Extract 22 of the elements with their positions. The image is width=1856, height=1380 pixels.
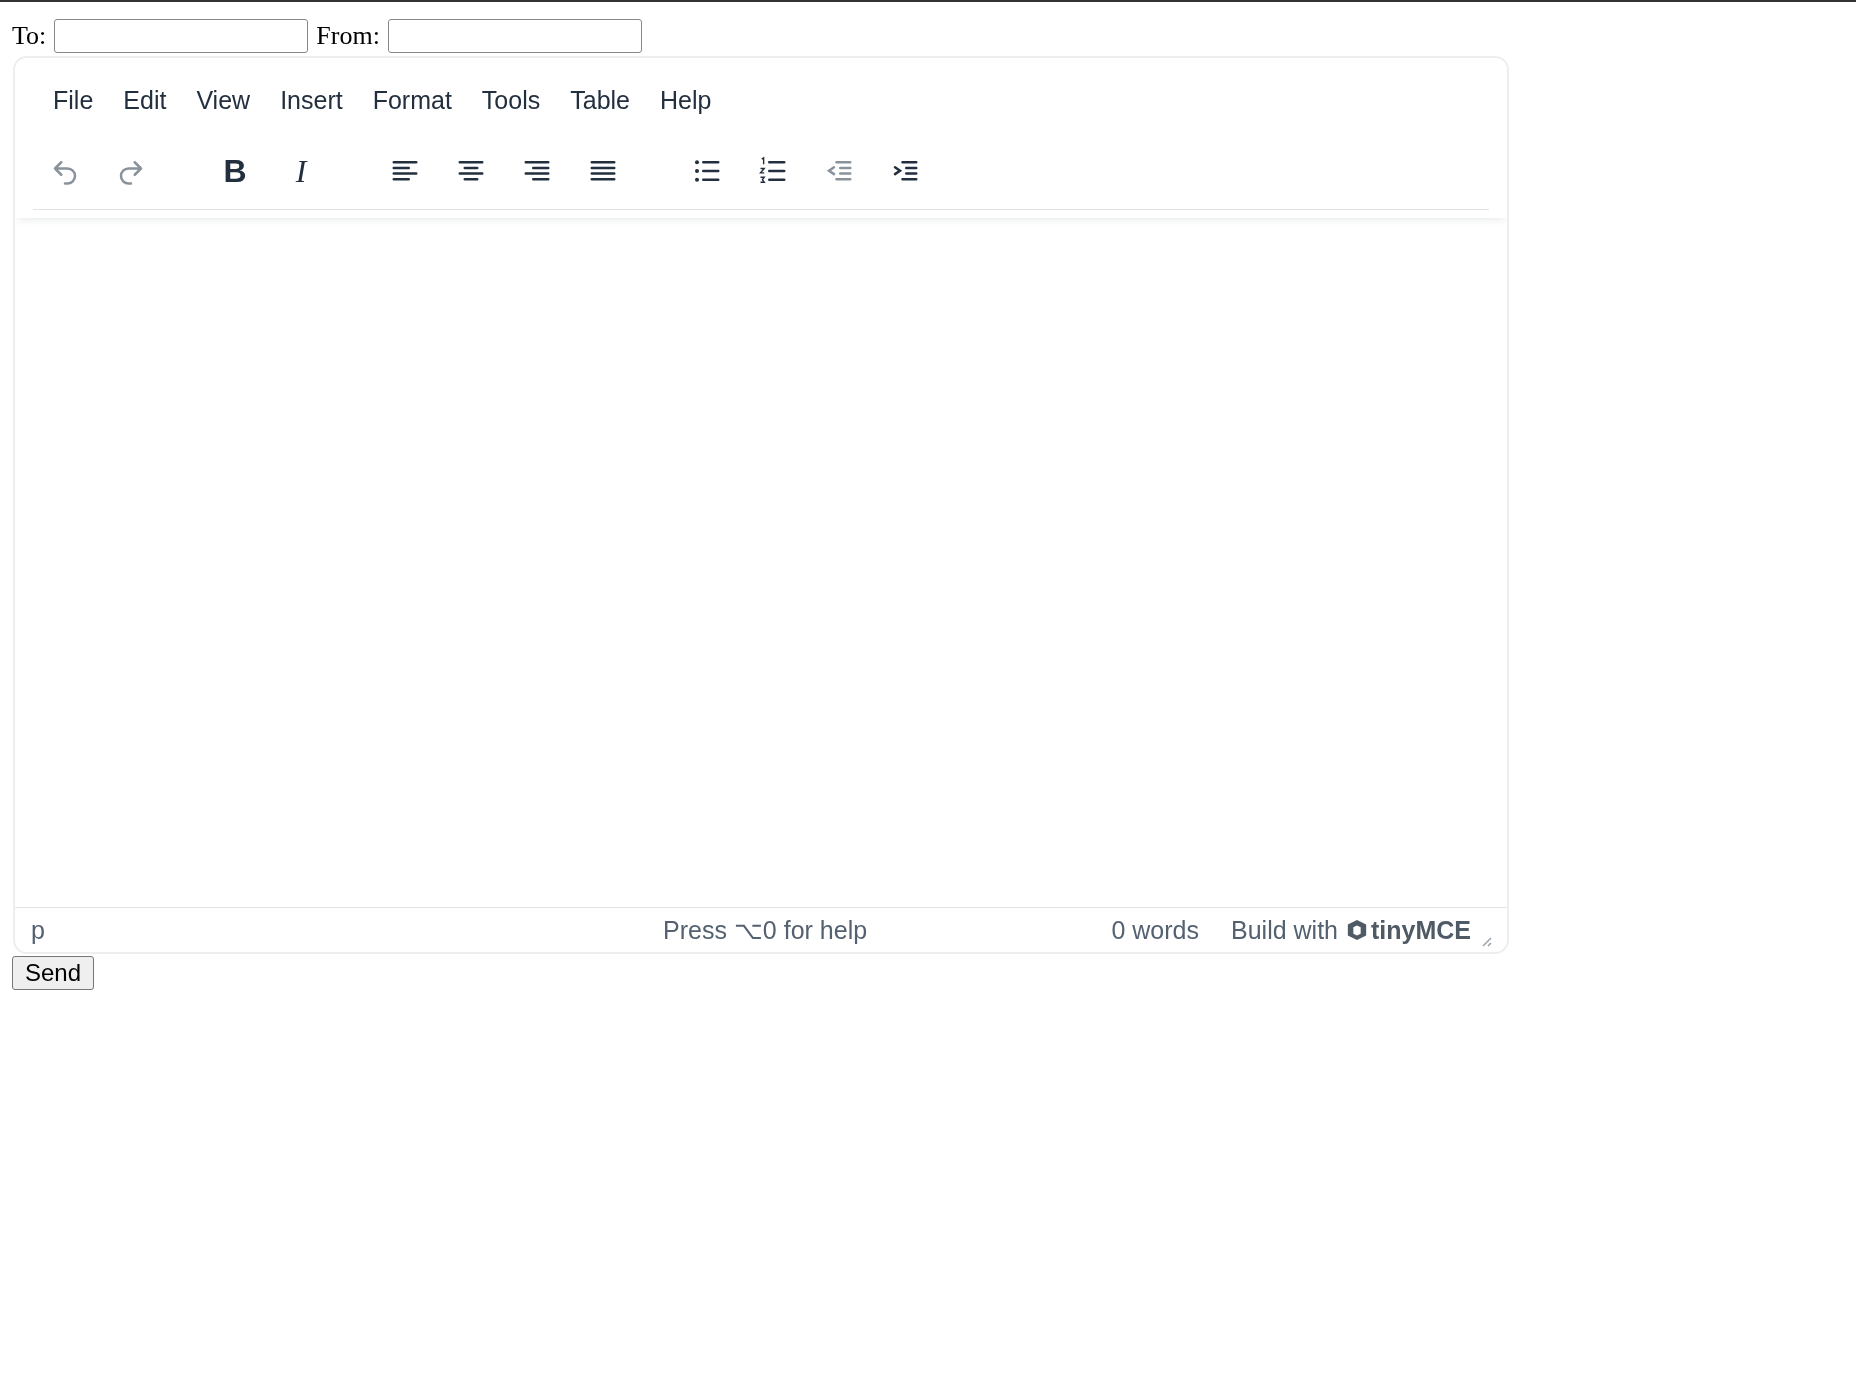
menu-item[interactable]: Edit: [109, 78, 181, 123]
branding-text: Build with: [1231, 915, 1338, 945]
branding-link[interactable]: tinyMCE: [1346, 915, 1471, 945]
italic-button[interactable]: I: [277, 147, 325, 195]
to-label: To:: [12, 21, 47, 51]
menu-item[interactable]: View: [182, 78, 265, 123]
menu-item[interactable]: Help: [646, 78, 726, 123]
menu-item[interactable]: Tools: [467, 78, 555, 123]
logo-icon: [1346, 919, 1368, 941]
element-path[interactable]: p: [31, 915, 663, 945]
menu-item[interactable]: Format: [358, 78, 466, 123]
from-label: From:: [316, 21, 380, 51]
menu-item[interactable]: Insert: [266, 78, 357, 123]
bold-button[interactable]: B: [211, 147, 259, 195]
menu-item[interactable]: Table: [556, 78, 644, 123]
from-input-field[interactable]: [387, 19, 642, 53]
to-input-field[interactable]: [54, 19, 309, 53]
send-button[interactable]: Send: [12, 956, 95, 990]
word-count[interactable]: 0 words: [1111, 915, 1199, 945]
numbered-list-icon: [758, 156, 788, 186]
menu-item[interactable]: File: [51, 78, 108, 123]
help-hint: Press ⌥0 for help: [663, 915, 869, 945]
